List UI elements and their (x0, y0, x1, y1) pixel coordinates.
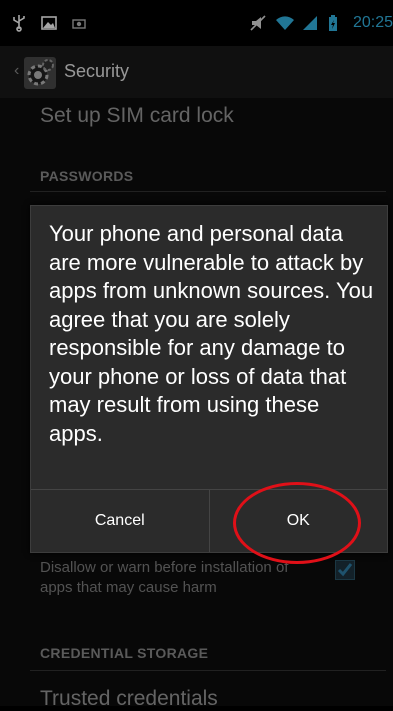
unknown-sources-dialog: Your phone and personal data are more vu… (30, 205, 388, 553)
ok-button[interactable]: OK (208, 490, 388, 552)
dialog-button-bar: Cancel OK (31, 489, 387, 552)
cancel-button[interactable]: Cancel (31, 490, 209, 552)
dialog-message: Your phone and personal data are more vu… (49, 221, 374, 446)
